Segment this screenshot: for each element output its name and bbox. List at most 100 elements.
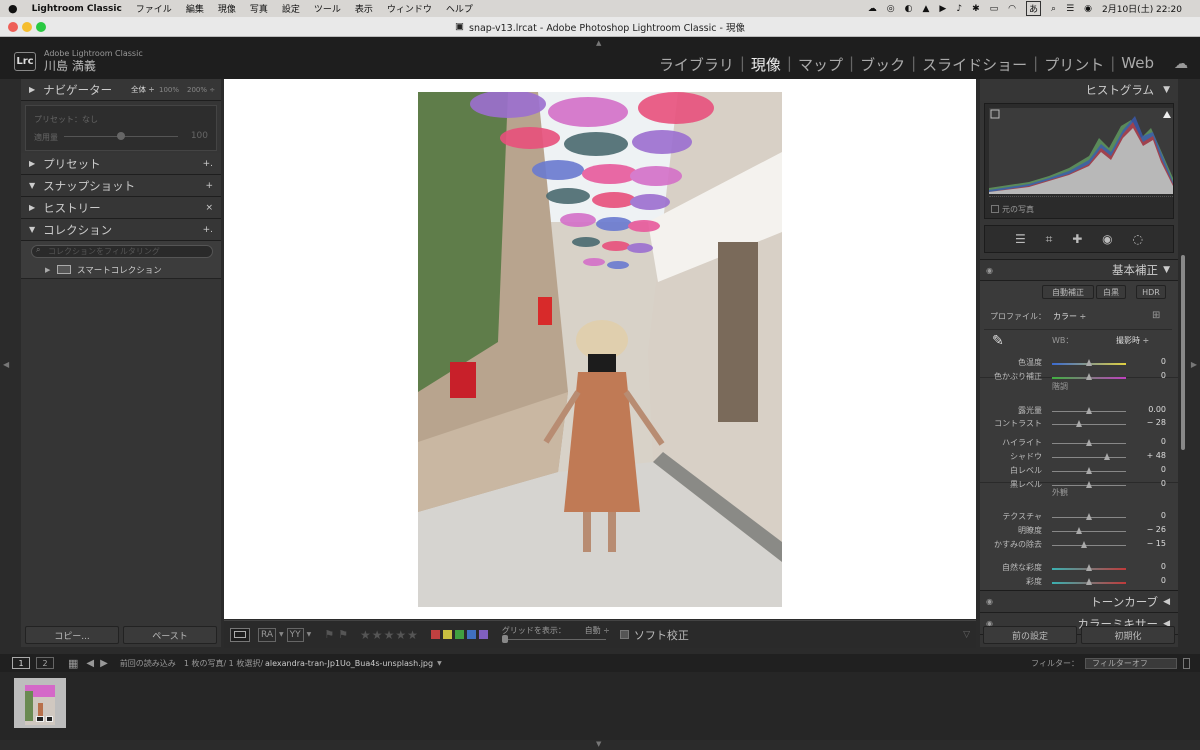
slider-track[interactable] [1052,424,1126,425]
slider-knob[interactable] [1086,439,1092,446]
menu-help[interactable]: ヘルプ [446,2,473,15]
slider-track[interactable] [1052,457,1126,458]
star-rating[interactable]: ★★★★★ [360,628,419,642]
slider-knob[interactable] [1086,513,1092,520]
menu-tools[interactable]: ツール [314,2,341,15]
slider-knob[interactable] [1080,541,1087,548]
original-photo-checkbox[interactable] [991,205,999,213]
grid-slider-track[interactable] [501,638,606,640]
module-print[interactable]: プリント [1038,54,1110,75]
slider-value[interactable]: 0 [1161,576,1166,585]
loupe-view-button[interactable] [230,627,250,642]
filter-select[interactable]: フィルターオフ [1085,657,1177,669]
input-method-icon[interactable]: あ [1026,1,1042,16]
expand-arrow-icon[interactable]: ▶ [45,266,50,274]
wb-select[interactable]: 撮影時 ÷ [1116,335,1149,346]
copy-button[interactable]: コピー... [25,626,119,644]
forward-arrow-icon[interactable]: ▶ [100,658,108,669]
red-eye-icon[interactable]: ◉ [1102,232,1112,246]
menu-file[interactable]: ファイル [136,2,172,15]
window-2-button[interactable]: 2 [36,657,54,669]
hdr-button[interactable]: HDR [1136,285,1166,299]
slider-value[interactable]: 0 [1161,511,1166,520]
slider-knob[interactable] [1075,420,1082,427]
panel-visibility-icon[interactable]: ◉ [986,597,993,606]
slider-knob[interactable] [1086,564,1092,571]
play-icon[interactable]: ▶ [939,4,946,14]
wifi-icon[interactable]: ◠ [1008,4,1016,14]
basic-header[interactable]: ◉ 基本補正 ▼ [980,259,1178,281]
histogram-graph[interactable] [989,108,1173,194]
filter-lock-icon[interactable] [1183,657,1190,669]
reject-flag-icon[interactable]: ⚑ [338,628,348,641]
zoom-window-button[interactable] [36,22,46,32]
selected-filename[interactable]: alexandra-tran-Jp1Uo_Bua4s-unsplash.jpg [265,659,433,668]
slider-track[interactable] [1052,545,1126,546]
slider-knob[interactable] [1086,467,1092,474]
soft-proof-checkbox[interactable] [619,630,629,639]
slider-value[interactable]: 0 [1161,479,1166,488]
slider-value[interactable]: + 48 [1147,451,1166,460]
dropdown-arrow-icon[interactable]: ▼ [307,631,312,638]
smart-collection-item[interactable]: スマートコレクション [77,264,162,276]
color-label-blue[interactable] [466,630,476,639]
grid-slider-knob[interactable] [501,634,508,643]
color-label-red[interactable] [430,630,440,639]
menu-edit[interactable]: 編集 [186,2,204,15]
siri-icon[interactable]: ◉ [1084,4,1092,14]
slider-knob[interactable] [1086,373,1092,380]
volume-icon[interactable]: ♪ [956,4,962,14]
search-icon[interactable]: ⌕ [1051,4,1056,14]
profile-select[interactable]: カラー ÷ [1053,311,1086,322]
crop-icon[interactable]: ⌗ [1046,232,1053,247]
presets-header[interactable]: ▶ プリセット +. [21,153,221,175]
previous-settings-button[interactable]: 前の設定 [983,626,1077,644]
profile-browser-icon[interactable]: ⊞ [1152,310,1160,321]
slider-knob[interactable] [1103,453,1110,460]
zoom-fit[interactable]: 全体 ÷ [131,84,155,95]
slider-value[interactable]: − 28 [1147,418,1166,427]
color-label-yellow[interactable] [442,630,452,639]
close-window-button[interactable] [8,22,18,32]
panel-visibility-icon[interactable]: ◉ [986,266,993,275]
reset-button[interactable]: 初期化 [1081,626,1175,644]
menu-settings[interactable]: 設定 [282,2,300,15]
app-menu[interactable]: Lightroom Classic [32,4,122,14]
menu-window[interactable]: ウィンドウ [387,2,432,15]
clock[interactable]: 2月10日(土) 22:20 [1102,2,1182,15]
add-collection-icon[interactable]: +. [203,225,213,235]
color-label-green[interactable] [454,630,464,639]
collapse-right-icon[interactable]: ▶ [1191,360,1197,369]
slider-knob[interactable] [1076,527,1083,534]
histogram-header[interactable]: ヒストグラム ▼ [980,79,1178,101]
menu-view[interactable]: 表示 [355,2,373,15]
bw-button[interactable]: 白黒 [1096,285,1126,299]
menu-photo[interactable]: 写真 [250,2,268,15]
photo-preview[interactable] [418,92,782,607]
zoom-100[interactable]: 100% [159,86,179,94]
color-label-purple[interactable] [478,630,488,639]
minimize-window-button[interactable] [22,22,32,32]
grid-value-select[interactable]: 自動 ÷ [585,625,610,636]
back-arrow-icon[interactable]: ◀ [86,658,94,669]
right-panel-scrollbar[interactable] [1181,255,1185,450]
add-snapshot-icon[interactable]: + [205,181,213,191]
slider-value[interactable]: 0 [1161,371,1166,380]
module-map[interactable]: マップ [792,54,849,75]
tone-curve-header[interactable]: ◉ トーンカーブ ◀ [980,591,1178,613]
module-develop[interactable]: 現像 [745,54,787,75]
collapse-bottom-icon[interactable]: ▼ [596,740,601,748]
cloud-icon[interactable]: ☁ [868,4,877,14]
masking-icon[interactable]: ◌ [1133,232,1143,246]
vlc-icon[interactable]: ▲ [922,4,929,14]
slider-knob[interactable] [1086,578,1092,585]
toolbar-menu-icon[interactable]: ▽ [963,630,970,640]
module-book[interactable]: ブック [854,54,911,75]
module-library[interactable]: ライブラリ [653,54,740,75]
bluetooth-icon[interactable]: ✱ [972,4,980,14]
battery-icon[interactable]: ▭ [990,4,999,14]
snapshots-header[interactable]: ▼ スナップショット + [21,175,221,197]
slider-track[interactable] [1052,531,1126,532]
navigator-header[interactable]: ▶ ナビゲーター 全体 ÷ 100% 200% ÷ [21,79,221,101]
sync-icon[interactable]: ◐ [905,4,913,14]
